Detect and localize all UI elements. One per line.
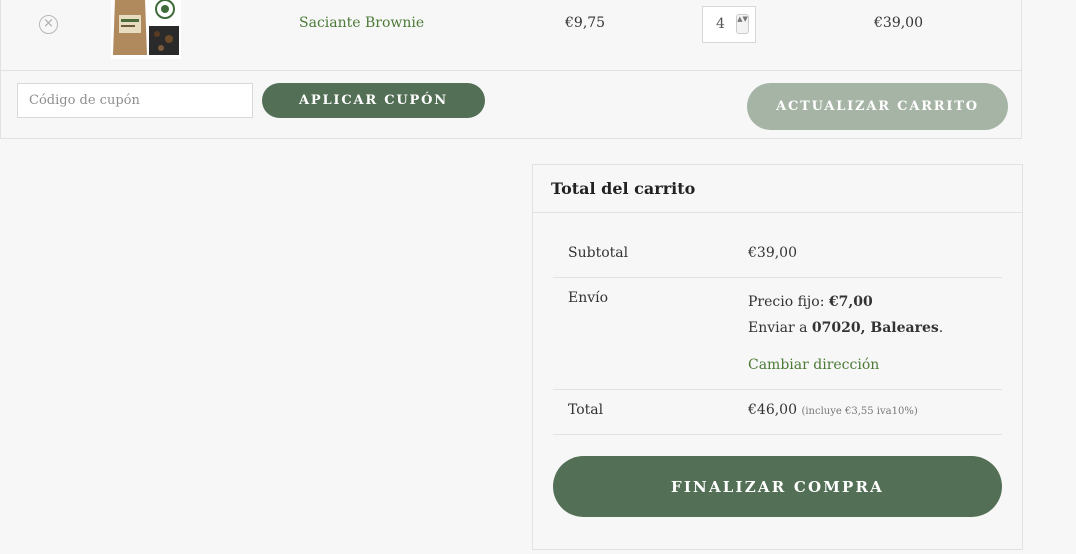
tax-note: (incluye €3,55 iva10%) bbox=[801, 406, 918, 417]
cart-item-row: × Saciante Brownie €9,75 4 ▲▼ €39,00 bbox=[1, 0, 1021, 71]
cart-totals-title: Total del carrito bbox=[533, 165, 1022, 213]
shipping-rate: Precio fijo: €7,00 bbox=[748, 294, 873, 310]
ship-to-label: Enviar a bbox=[748, 320, 812, 336]
shipping-rate-value: €7,00 bbox=[828, 294, 873, 310]
quantity-stepper[interactable]: 4 ▲▼ bbox=[702, 6, 756, 43]
line-subtotal: €39,00 bbox=[874, 15, 923, 31]
update-cart-button[interactable]: ACTUALIZAR CARRITO bbox=[747, 83, 1008, 130]
cart-totals: Total del carrito Subtotal €39,00 Envío … bbox=[532, 164, 1023, 550]
quantity-spin-icon[interactable]: ▲▼ bbox=[736, 14, 749, 34]
subtotal-value: €39,00 bbox=[748, 245, 797, 261]
product-name-link[interactable]: Saciante Brownie bbox=[299, 15, 424, 31]
apply-coupon-button[interactable]: APLICAR CUPÓN bbox=[262, 83, 485, 118]
subtotal-row: Subtotal €39,00 bbox=[553, 232, 1002, 278]
ship-to: Enviar a 07020, Baleares. bbox=[748, 320, 943, 336]
shipping-rate-label: Precio fijo: bbox=[748, 294, 829, 310]
ship-to-period: . bbox=[938, 320, 944, 336]
ship-to-value: 07020, Baleares bbox=[811, 320, 939, 336]
total-value: €46,00 bbox=[748, 402, 797, 418]
checkout-button[interactable]: FINALIZAR COMPRA bbox=[553, 456, 1002, 517]
total-row: Total €46,00 (incluye €3,55 iva10%) bbox=[553, 390, 1002, 435]
product-image bbox=[111, 0, 181, 59]
product-thumbnail[interactable] bbox=[111, 0, 181, 59]
remove-item-icon[interactable]: × bbox=[39, 15, 58, 34]
change-address-link[interactable]: Cambiar dirección bbox=[748, 357, 879, 373]
coupon-code-input[interactable] bbox=[17, 83, 253, 118]
quantity-value[interactable]: 4 bbox=[716, 16, 725, 32]
shipping-label: Envío bbox=[568, 290, 609, 306]
cart-table: × Saciante Brownie €9,75 4 ▲▼ €39,00 Cód… bbox=[0, 0, 1022, 139]
total-amount: €46,00 (incluye €3,55 iva10%) bbox=[748, 402, 918, 418]
product-price: €9,75 bbox=[565, 15, 606, 31]
subtotal-label: Subtotal bbox=[568, 245, 629, 261]
total-label: Total bbox=[568, 402, 604, 418]
shipping-row: Envío Precio fijo: €7,00 Enviar a 07020,… bbox=[553, 278, 1002, 390]
